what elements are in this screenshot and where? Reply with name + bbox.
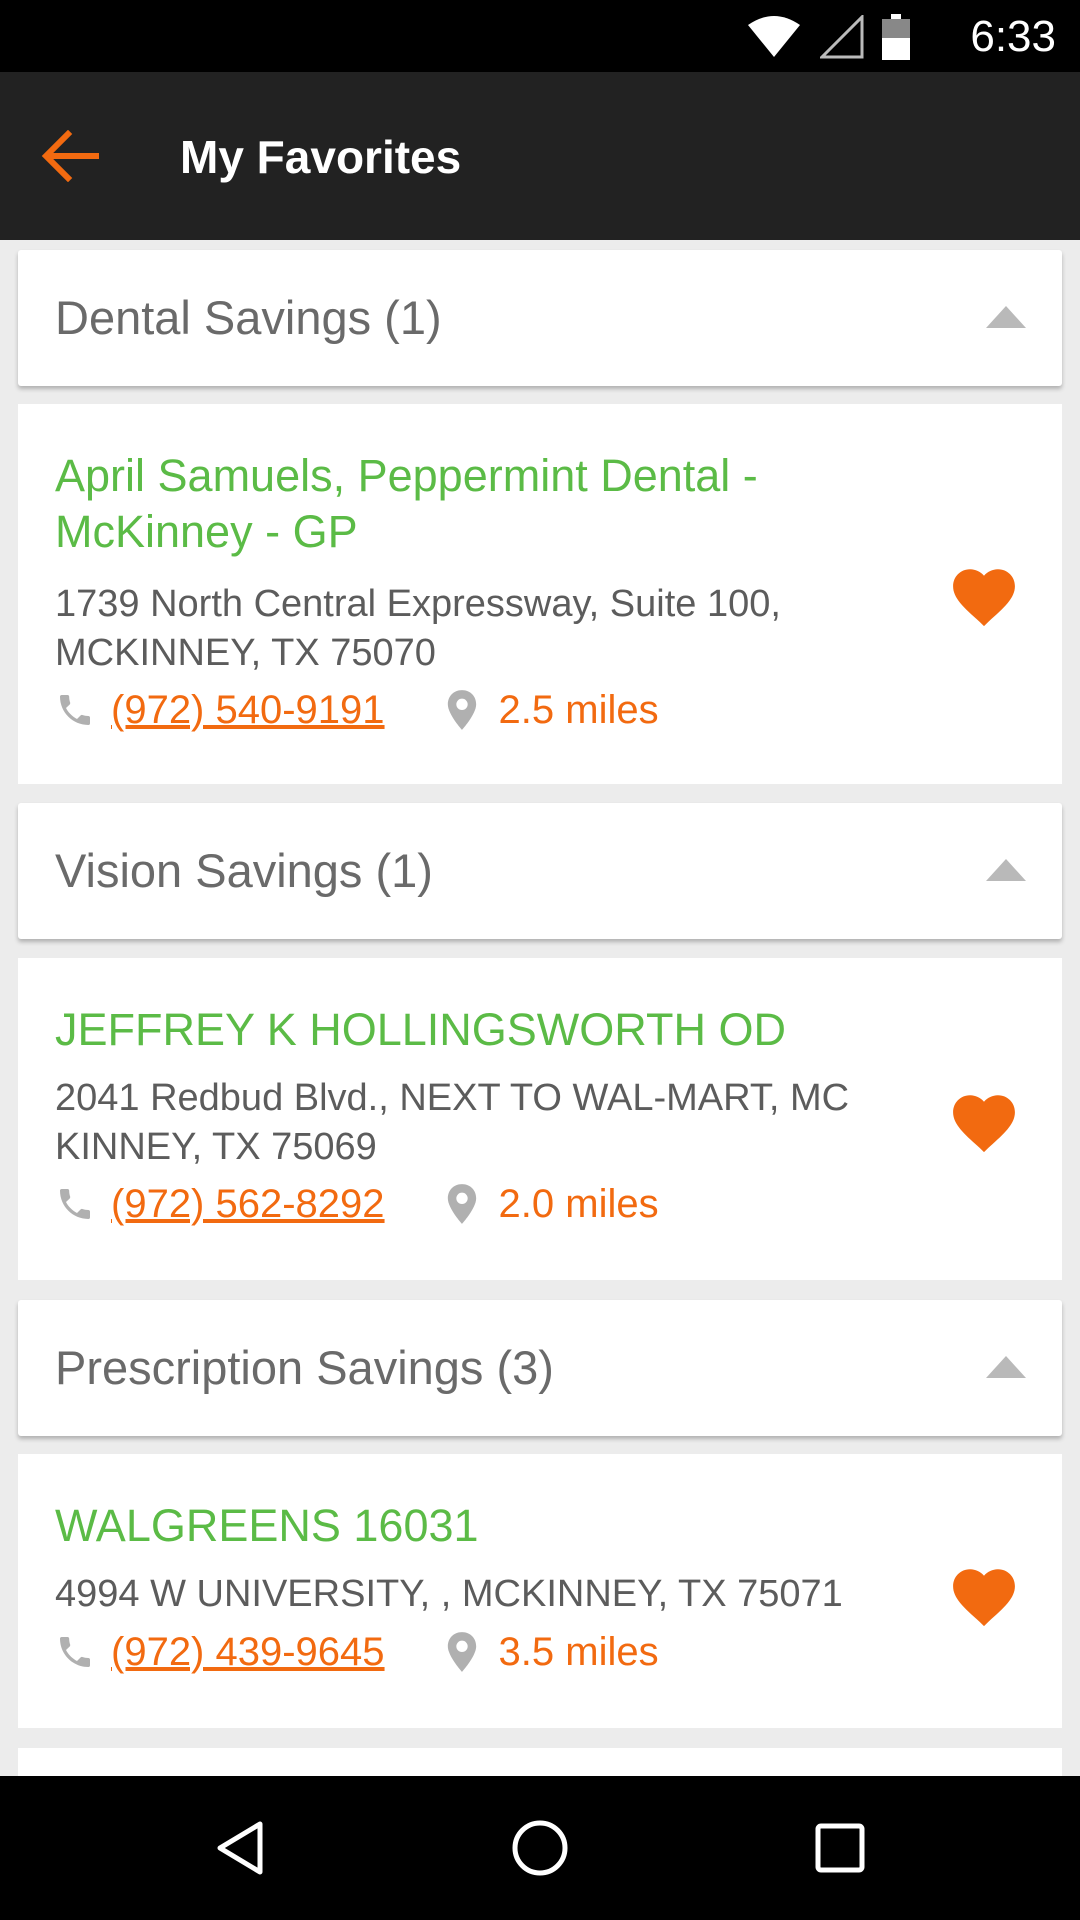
status-bar: 6:33 [0,0,1080,72]
phone-icon [60,695,90,725]
system-nav-bar [0,1776,1080,1920]
battery-icon [882,14,910,60]
section-header-label: Prescription Savings (3) [55,1341,554,1394]
list-item[interactable] [18,1748,1062,1776]
phone-icon [60,1637,90,1667]
recents-square-icon[interactable] [810,1818,870,1878]
list-item[interactable]: WALGREENS 16031 4994 W UNIVERSITY, , MCK… [18,1454,1062,1728]
list-item[interactable]: April Samuels, Peppermint Dental - McKin… [18,404,1062,784]
section-header-dental[interactable]: Dental Savings (1) [18,250,1062,386]
phone-icon [60,1189,90,1219]
location-pin-icon [447,1184,476,1224]
section-header-label: Dental Savings (1) [55,291,442,344]
collapse-caret-icon[interactable] [986,306,1026,328]
favorites-list[interactable]: Dental Savings (1) April Samuels, Pepper… [0,240,1080,1776]
list-item[interactable]: JEFFREY K HOLLINGSWORTH OD 2041 Redbud B… [18,958,1062,1280]
provider-name[interactable]: WALGREENS 16031 [55,1498,875,1554]
favorite-heart-icon[interactable] [946,1086,1022,1154]
section-header-label: Vision Savings (1) [55,844,433,897]
home-circle-icon[interactable] [510,1818,570,1878]
page-title: My Favorites [180,131,462,183]
cell-signal-icon [820,15,864,59]
collapse-caret-icon[interactable] [986,1356,1026,1378]
provider-address-line1: 2041 Redbud Blvd., NEXT TO WAL-MART, MC [55,1077,850,1119]
back-button[interactable] [40,120,140,192]
provider-meta: (972) 439-9645 3.5 miles [55,1624,659,1680]
provider-meta: (972) 540-9191 2.5 miles [55,682,659,738]
back-triangle-icon[interactable] [210,1818,270,1878]
collapse-caret-icon[interactable] [986,859,1026,881]
provider-address-line2: MCKINNEY, TX 75070 [55,632,436,674]
section-header-prescription[interactable]: Prescription Savings (3) [18,1300,1062,1436]
app-bar: My Favorites [0,72,1080,240]
section-header-vision[interactable]: Vision Savings (1) [18,803,1062,939]
status-icons [746,14,910,60]
wifi-icon [748,16,800,57]
phone-link[interactable]: (972) 439-9645 [111,1630,385,1675]
phone-link[interactable]: (972) 540-9191 [111,688,385,733]
arrow-left-icon [41,130,99,182]
distance-label: 2.5 miles [498,687,659,732]
provider-address-line1: 4994 W UNIVERSITY, , MCKINNEY, TX 75071 [55,1573,843,1615]
location-pin-icon [447,690,476,730]
favorite-heart-icon[interactable] [946,560,1022,628]
clock: 6:33 [970,12,1056,61]
distance-label: 2.0 miles [498,1181,659,1226]
provider-name[interactable]: April Samuels, Peppermint Dental - McKin… [55,448,875,560]
favorite-heart-icon[interactable] [946,1560,1022,1628]
distance-label: 3.5 miles [498,1629,659,1674]
location-pin-icon [447,1632,476,1672]
provider-address-line1: 1739 North Central Expressway, Suite 100… [55,583,781,625]
provider-meta: (972) 562-8292 2.0 miles [55,1176,659,1232]
provider-name[interactable]: JEFFREY K HOLLINGSWORTH OD [55,1002,955,1058]
provider-address-line2: KINNEY, TX 75069 [55,1126,377,1168]
phone-link[interactable]: (972) 562-8292 [111,1182,385,1227]
